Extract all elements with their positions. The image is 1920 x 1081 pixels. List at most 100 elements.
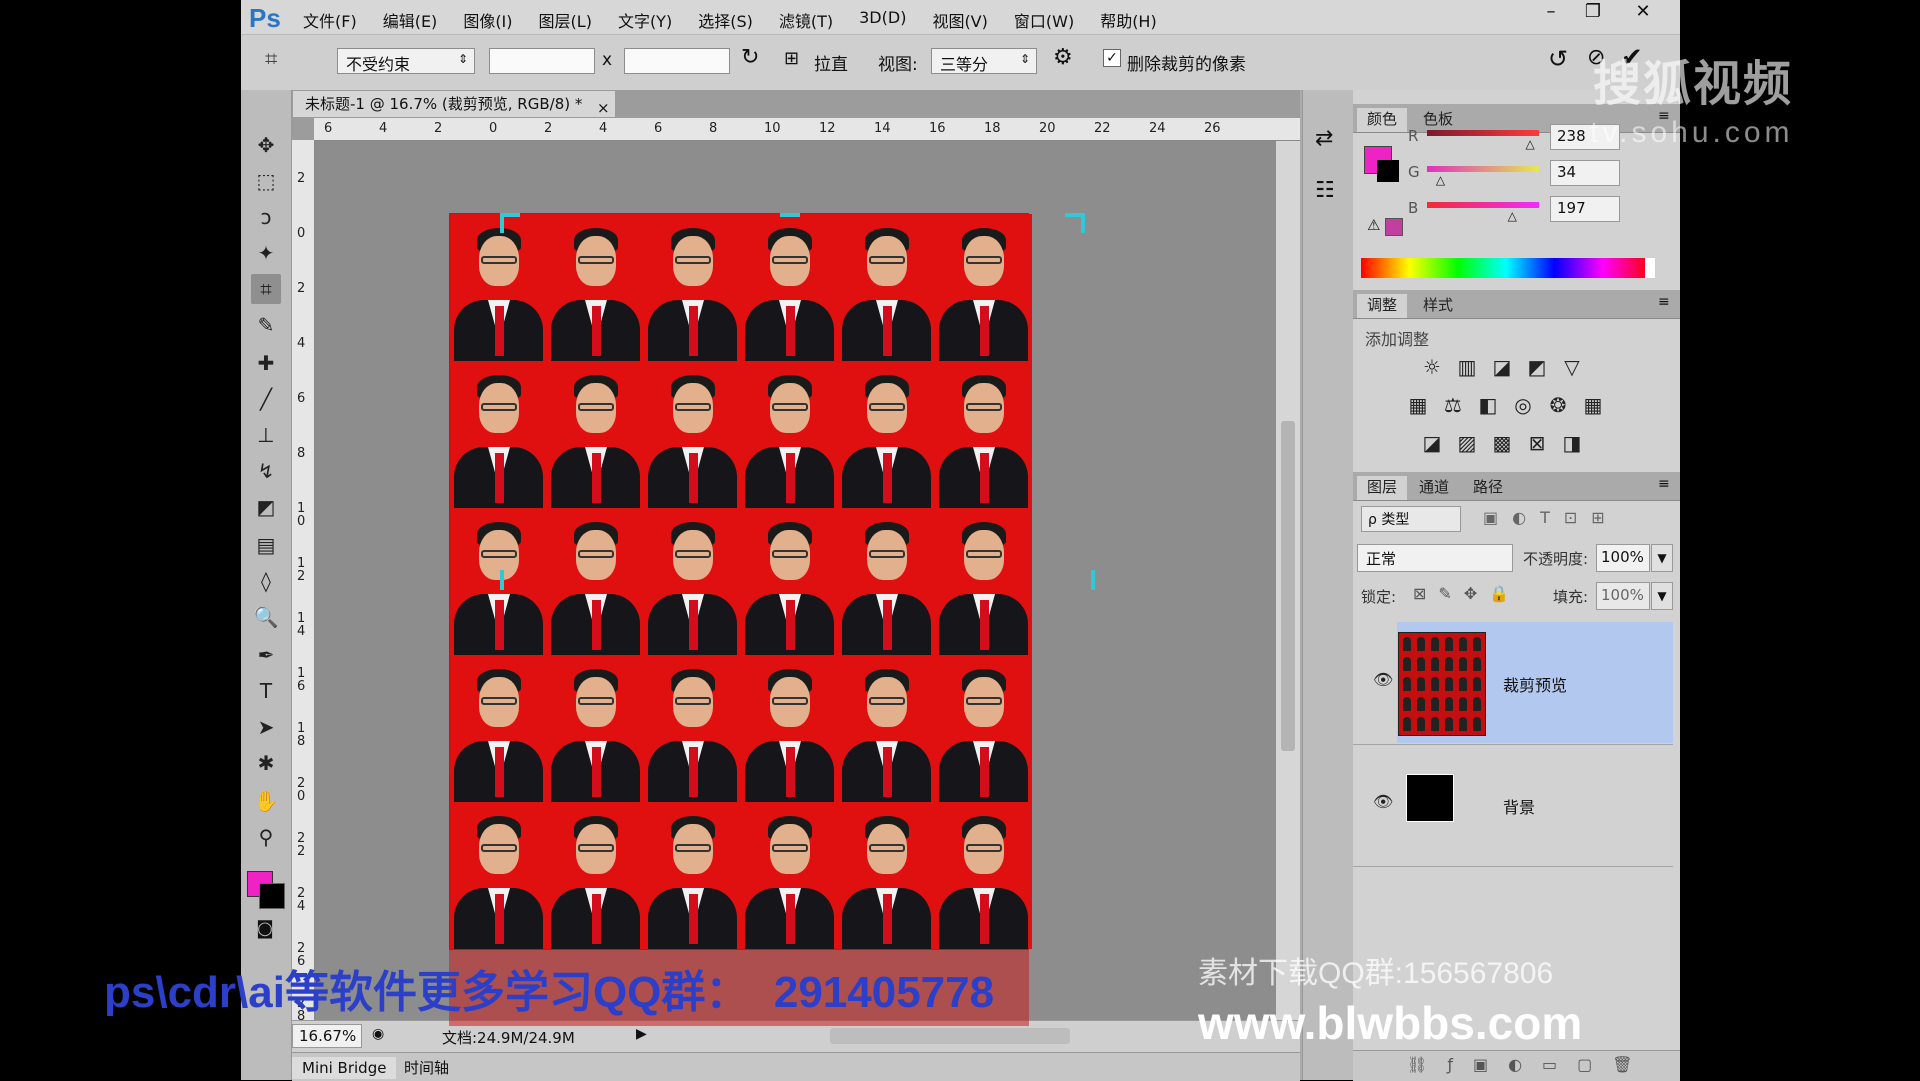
slider-thumb-icon[interactable]: △ [1508, 209, 1517, 223]
restore-button[interactable]: ❐ [1571, 0, 1615, 26]
menu-item-9[interactable]: 窗口(W) [1014, 8, 1074, 32]
eraser-tool-icon[interactable]: ◩ [251, 492, 281, 522]
menu-item-6[interactable]: 滤镜(T) [779, 8, 833, 32]
timeline-tab[interactable]: 时间轴 [394, 1057, 459, 1079]
menu-item-2[interactable]: 图像(I) [463, 8, 512, 32]
layer-crop-preview[interactable]: 👁 裁剪预览 [1353, 622, 1673, 745]
eye-icon[interactable]: 👁 [1373, 670, 1393, 689]
magic-wand-tool-icon[interactable]: ✦ [251, 238, 281, 268]
tab-channels[interactable]: 通道 [1409, 476, 1459, 500]
crop-tool-icon[interactable]: ⌗ [265, 47, 277, 72]
tab-paths[interactable]: 路径 [1463, 476, 1513, 500]
invert-icon[interactable]: ◪ [1419, 430, 1445, 456]
status-options-icon[interactable]: ◉ [372, 1026, 384, 1042]
channel-slider[interactable] [1427, 166, 1539, 172]
warning-icon[interactable]: ⚠ [1367, 216, 1380, 234]
channel-slider[interactable] [1427, 130, 1539, 136]
opacity-field[interactable]: 100% [1596, 544, 1650, 572]
background-color-swatch[interactable] [259, 883, 285, 909]
layer-name[interactable]: 背景 [1503, 794, 1535, 818]
spectrum-white[interactable] [1645, 258, 1655, 278]
eyedropper-tool-icon[interactable]: ✎ [251, 310, 281, 340]
crop-handle-right[interactable] [1075, 570, 1095, 590]
lasso-tool-icon[interactable]: ↄ [251, 202, 281, 232]
tab-color[interactable]: 颜色 [1357, 108, 1408, 132]
properties-panel-icon[interactable]: ☷ [1315, 178, 1335, 203]
shape-tool-icon[interactable]: ✱ [251, 748, 281, 778]
height-input[interactable] [624, 48, 730, 74]
posterize-icon[interactable]: ▨ [1454, 430, 1480, 456]
vertical-scrollbar[interactable] [1276, 141, 1300, 1020]
vertical-scroll-thumb[interactable] [1281, 421, 1295, 751]
marquee-tool-icon[interactable]: ⬚ [251, 166, 281, 196]
eye-icon[interactable]: 👁 [1373, 792, 1393, 811]
gradient-tool-icon[interactable]: ▤ [251, 530, 281, 560]
crop-handle-left[interactable] [500, 570, 520, 590]
layer-name[interactable]: 裁剪预览 [1503, 672, 1567, 696]
zoom-field[interactable]: 16.67% [292, 1024, 362, 1048]
minimize-button[interactable]: – [1529, 0, 1573, 26]
levels-icon[interactable]: ▥ [1454, 354, 1480, 380]
slider-thumb-icon[interactable]: △ [1525, 137, 1534, 151]
channel-slider[interactable] [1427, 202, 1539, 208]
document-tab[interactable]: 未标题-1 @ 16.7% (裁剪预览, RGB/8) * × [292, 90, 616, 118]
menu-item-8[interactable]: 视图(V) [932, 8, 987, 32]
menu-item-1[interactable]: 编辑(E) [383, 8, 438, 32]
curves-icon[interactable]: ◪ [1489, 354, 1515, 380]
channel-value-field[interactable]: 34 [1550, 160, 1620, 186]
background-color-swatch[interactable] [1377, 160, 1399, 182]
delete-pixels-checkbox[interactable]: ✓ [1103, 49, 1121, 67]
brightness-icon[interactable]: ☼ [1419, 354, 1445, 380]
move-tool-icon[interactable]: ✥ [251, 130, 281, 160]
pen-tool-icon[interactable]: ✒ [251, 640, 281, 670]
fill-field[interactable]: 100% [1596, 582, 1650, 610]
crop-handle-top-right[interactable] [1065, 213, 1085, 233]
reset-icon[interactable]: ↺ [1548, 45, 1568, 73]
brush-tool-icon[interactable]: ╱ [251, 384, 281, 414]
crop-handle-top-left[interactable] [500, 213, 520, 233]
color-spectrum-bar[interactable] [1361, 258, 1651, 278]
photo-filter-icon[interactable]: ◎ [1510, 392, 1536, 418]
panel-menu-icon[interactable]: ≡ [1658, 294, 1670, 310]
layer-filter-select[interactable]: ρ 类型 [1361, 506, 1461, 532]
history-panel-icon[interactable]: ⇄ [1315, 126, 1333, 151]
opacity-dropdown-icon[interactable]: ▼ [1651, 544, 1673, 572]
menu-item-0[interactable]: 文件(F) [303, 8, 357, 32]
menu-item-10[interactable]: 帮助(H) [1100, 8, 1157, 32]
tab-adjustments[interactable]: 调整 [1357, 294, 1408, 318]
menu-item-7[interactable]: 3D(D) [859, 8, 906, 32]
zoom-tool-icon[interactable]: ⚲ [251, 822, 281, 852]
straighten-button[interactable]: 拉直 [814, 50, 848, 75]
dodge-tool-icon[interactable]: 🔍 [251, 602, 281, 632]
type-tool-icon[interactable]: T [251, 676, 281, 706]
tab-swatches[interactable]: 色板 [1413, 108, 1463, 132]
path-select-tool-icon[interactable]: ➤ [251, 712, 281, 742]
menu-item-5[interactable]: 选择(S) [698, 8, 753, 32]
healing-tool-icon[interactable]: ✚ [251, 348, 281, 378]
straighten-icon[interactable]: ⊞ [784, 48, 799, 69]
status-arrow-icon[interactable]: ▶ [636, 1026, 647, 1042]
channel-value-field[interactable]: 197 [1550, 196, 1620, 222]
gradient-map-icon[interactable]: ◨ [1559, 430, 1585, 456]
hue-saturation-icon[interactable]: ▦ [1405, 392, 1431, 418]
ratio-select[interactable]: 不受约束 [337, 48, 475, 74]
black-white-icon[interactable]: ◧ [1475, 392, 1501, 418]
channel-mixer-icon[interactable]: ❂ [1545, 392, 1571, 418]
menu-item-3[interactable]: 图层(L) [539, 8, 592, 32]
crop-tool-icon[interactable]: ⌗ [251, 274, 281, 304]
color-balance-icon[interactable]: ⚖ [1440, 392, 1466, 418]
mini-bridge-tab[interactable]: Mini Bridge [292, 1057, 397, 1079]
layer-filter-icons[interactable]: ▣◐T⊡⊞ [1483, 508, 1619, 527]
horizontal-scroll-thumb[interactable] [830, 1028, 1070, 1044]
lock-icons[interactable]: ⊠✎✥🔒 [1413, 584, 1521, 603]
view-select[interactable]: 三等分 [931, 48, 1037, 74]
blend-mode-select[interactable]: 正常 [1357, 544, 1513, 572]
gear-icon[interactable]: ⚙ [1053, 45, 1073, 70]
hand-tool-icon[interactable]: ✋ [251, 786, 281, 816]
tab-styles[interactable]: 样式 [1413, 294, 1463, 318]
close-button[interactable]: ✕ [1621, 0, 1665, 26]
crop-handle-top[interactable] [780, 213, 800, 233]
layer-background[interactable]: 👁 背景 [1353, 744, 1673, 867]
vibrance-icon[interactable]: ▽ [1559, 354, 1585, 380]
layer-footer-icons[interactable]: ⛓ƒ▣◐▭▢🗑 [1407, 1055, 1653, 1074]
